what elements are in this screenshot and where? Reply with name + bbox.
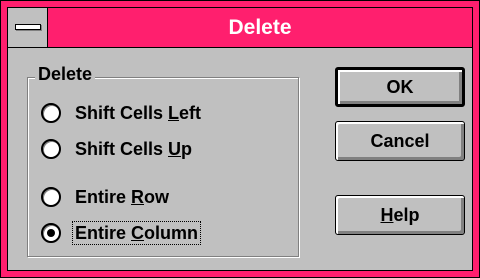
radio-label: Entire Column	[71, 221, 202, 245]
radio-button-icon	[41, 103, 61, 123]
radio-shift-cells-left[interactable]: Shift Cells Left	[41, 99, 203, 127]
help-button-label: Help	[380, 204, 420, 225]
dialog-title: Delete	[228, 16, 292, 39]
group-label: Delete	[35, 63, 96, 85]
radio-dot-icon	[47, 229, 55, 237]
radio-label: Entire Row	[75, 187, 170, 207]
radio-button-icon	[41, 139, 61, 159]
radio-label: Shift Cells Left	[75, 103, 202, 123]
radio-button-icon	[41, 187, 61, 207]
title-bar[interactable]: Delete	[8, 8, 472, 48]
radio-entire-column[interactable]: Entire Column	[41, 219, 202, 247]
delete-dialog: Delete Delete Shift Cells Left Shift Cel…	[0, 0, 480, 278]
help-button[interactable]: Help	[335, 195, 465, 235]
cancel-button[interactable]: Cancel	[335, 121, 465, 161]
radio-shift-cells-up[interactable]: Shift Cells Up	[41, 135, 194, 163]
radio-label: Shift Cells Up	[75, 139, 193, 159]
system-menu-icon	[15, 24, 41, 30]
system-menu-button[interactable]	[8, 8, 48, 47]
radio-button-selected-icon	[41, 223, 61, 243]
ok-button[interactable]: OK	[335, 67, 465, 107]
radio-entire-row[interactable]: Entire Row	[41, 183, 171, 211]
